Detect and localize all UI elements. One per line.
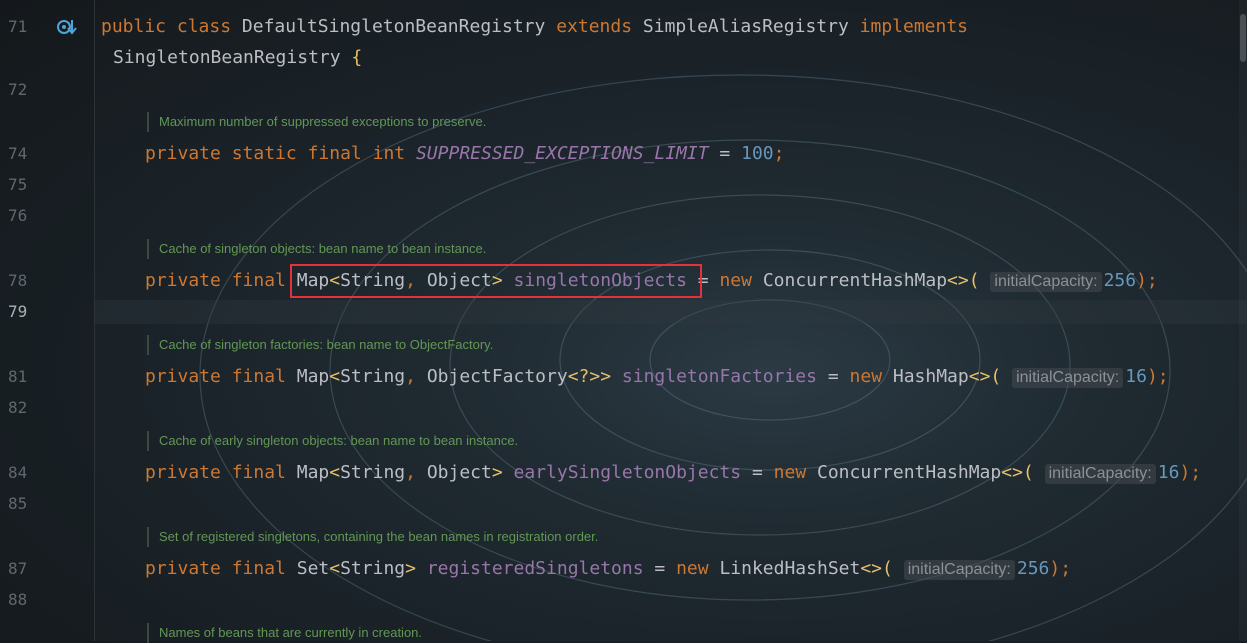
class-declaration-continuation[interactable]: SingletonBeanRegistry { — [113, 47, 362, 69]
javadoc-comment[interactable]: Maximum number of suppressed exceptions … — [147, 112, 486, 132]
line-number: 76 — [8, 206, 28, 225]
implemented-overrides-icon[interactable] — [56, 17, 78, 39]
field-name[interactable]: singletonFactories — [622, 366, 817, 387]
field-declaration-line[interactable]: private final Map<String, ObjectFactory<… — [101, 366, 1169, 388]
javadoc-comment[interactable]: Cache of singleton factories: bean name … — [147, 335, 493, 355]
keyword-implements: implements — [859, 16, 969, 37]
scrollbar-thumb[interactable] — [1240, 14, 1246, 62]
line-number: 82 — [8, 398, 28, 417]
javadoc-comment[interactable]: Cache of singleton objects: bean name to… — [147, 239, 486, 259]
line-number: 72 — [8, 80, 28, 99]
javadoc-comment[interactable]: Set of registered singletons, containing… — [147, 527, 598, 547]
javadoc-comment[interactable]: Cache of early singleton objects: bean n… — [147, 431, 518, 451]
field-name[interactable]: registeredSingletons — [427, 558, 644, 579]
field-declaration-line[interactable]: private static final int SUPPRESSED_EXCE… — [101, 143, 784, 165]
keyword-class: class — [176, 16, 232, 37]
parameter-hint: initialCapacity: — [1012, 368, 1124, 388]
line-number: 84 — [8, 463, 28, 482]
line-number: 85 — [8, 494, 28, 513]
line-number: 88 — [8, 590, 28, 609]
line-number: 78 — [8, 271, 28, 290]
interface-name[interactable]: SingletonBeanRegistry — [113, 47, 341, 68]
superclass-name[interactable]: SimpleAliasRegistry — [643, 16, 849, 37]
line-number: 81 — [8, 367, 28, 386]
line-number: 87 — [8, 559, 28, 578]
line-number-current: 79 — [8, 302, 28, 321]
line-number: 75 — [8, 175, 28, 194]
current-line-highlight — [95, 300, 1247, 324]
parameter-hint: initialCapacity: — [990, 272, 1102, 292]
vertical-scrollbar[interactable] — [1239, 0, 1247, 641]
parameter-hint: initialCapacity: — [903, 560, 1015, 580]
line-number-gutter[interactable]: 71 72 74 75 76 78 79 81 82 84 85 87 88 — [0, 0, 95, 641]
keyword-extends: extends — [556, 16, 633, 37]
field-name[interactable]: earlySingletonObjects — [514, 462, 742, 483]
line-number: 74 — [8, 144, 28, 163]
field-declaration-line[interactable]: private final Map<String, Object> earlyS… — [101, 462, 1201, 484]
class-declaration-line[interactable]: public class DefaultSingletonBeanRegistr… — [101, 16, 968, 38]
class-name[interactable]: DefaultSingletonBeanRegistry — [242, 16, 545, 37]
field-name[interactable]: SUPPRESSED_EXCEPTIONS_LIMIT — [416, 143, 709, 164]
keyword-public: public — [101, 16, 167, 37]
field-declaration-line[interactable]: private final Set<String> registeredSing… — [101, 558, 1071, 580]
line-number: 71 — [8, 17, 28, 36]
javadoc-comment[interactable]: Names of beans that are currently in cre… — [147, 623, 422, 643]
red-highlight-box — [290, 264, 702, 298]
parameter-hint: initialCapacity: — [1044, 464, 1156, 484]
open-brace: { — [351, 47, 363, 68]
